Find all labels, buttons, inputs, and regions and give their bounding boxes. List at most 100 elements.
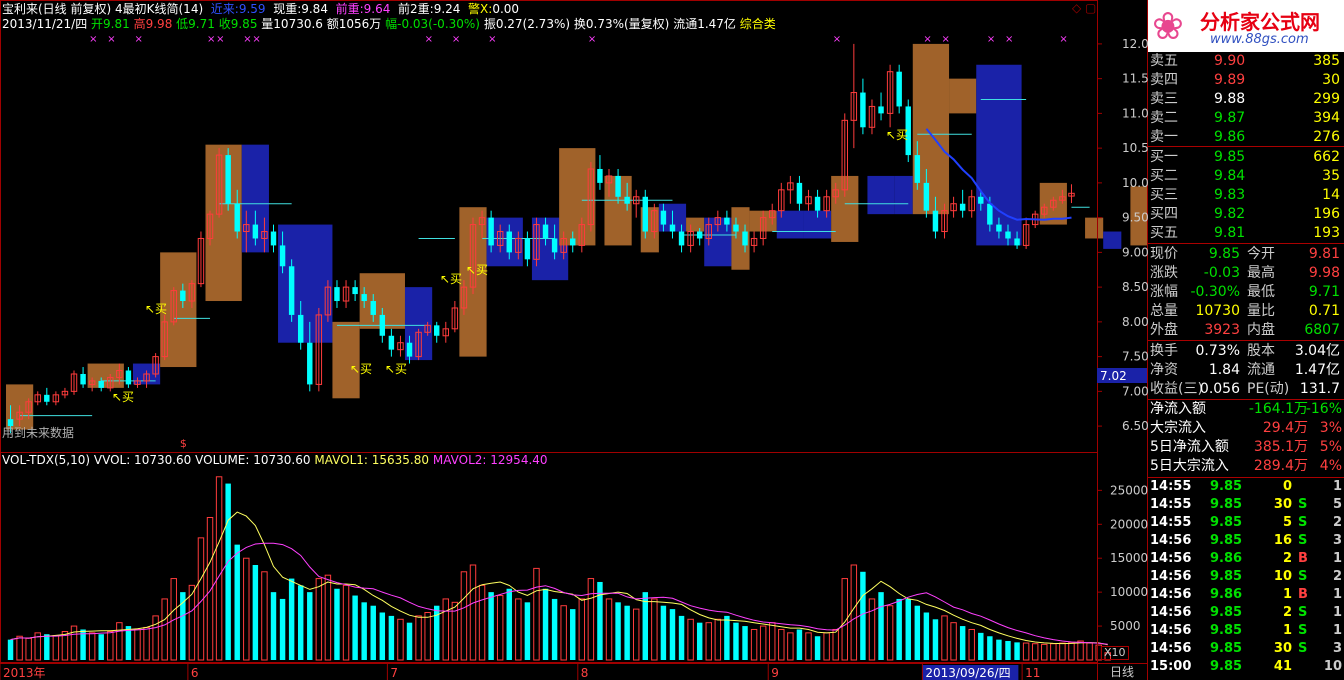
- volume-bar: [624, 605, 630, 660]
- buy-signal-label: ↖买: [385, 362, 408, 376]
- tick-row[interactable]: 14:56 9.85 30 S 3: [1148, 640, 1344, 658]
- time-tick-label: 8: [581, 666, 589, 680]
- candle-body: [733, 224, 739, 232]
- candle-body: [642, 196, 648, 232]
- volume-tick-label: 5000: [1110, 619, 1141, 633]
- fund-flow-row: 5日净流入额 385.1万 5%: [1148, 438, 1344, 457]
- tick-row[interactable]: 14:56 9.86 2 B 1: [1148, 550, 1344, 568]
- time-tick-label: 2013年: [3, 666, 46, 680]
- volume-bar: [959, 626, 966, 660]
- candle-body: [379, 314, 386, 336]
- tick-row[interactable]: 14:55 9.85 0 1: [1148, 478, 1344, 496]
- volume-bar: [1005, 641, 1011, 660]
- volume-bar: [44, 634, 50, 660]
- stat-value: -0.30%: [1190, 284, 1240, 300]
- bid-label: 买三: [1150, 187, 1178, 203]
- tick-count: 3: [1332, 641, 1342, 656]
- ask-row[interactable]: 卖五 9.90 385: [1148, 52, 1344, 71]
- stat-value: 9.71: [1308, 284, 1340, 300]
- logo-url: www.88gs.com: [1210, 32, 1309, 47]
- volume-bar: [669, 609, 676, 660]
- candle-body: [878, 106, 884, 114]
- volume-bar: [978, 632, 984, 660]
- tick-price: 9.85: [1210, 497, 1243, 512]
- time-tick-label: 2013/09/26/四: [925, 666, 1010, 680]
- candle-body: [724, 217, 730, 225]
- ask-price: 9.89: [1214, 72, 1246, 88]
- price-tick-label: 11.00: [1122, 106, 1148, 120]
- bid-row[interactable]: 买一 9.85 662: [1148, 148, 1344, 167]
- window-toggle-icon[interactable]: ◇ ▢: [1072, 1, 1096, 15]
- vvol-value: VVOL: 10730.60: [93, 453, 192, 467]
- period-label[interactable]: 日线: [1110, 665, 1134, 679]
- tick-row[interactable]: 14:56 9.85 2 S 1: [1148, 604, 1344, 622]
- signal-marker: ×: [987, 34, 995, 45]
- near-value: 9.59: [238, 2, 266, 16]
- candle-body: [524, 238, 531, 260]
- bid-price: 9.84: [1214, 168, 1246, 184]
- stat-label: 最高: [1247, 265, 1275, 281]
- fund-flow-pct: 4%: [1319, 458, 1342, 474]
- tick-price: 9.86: [1210, 587, 1243, 602]
- candle-body: [551, 238, 558, 253]
- candle-body: [180, 290, 186, 302]
- bid-row[interactable]: 买五 9.81 193: [1148, 224, 1344, 243]
- tick-time: 14:55: [1150, 515, 1192, 530]
- volume-bar: [406, 622, 413, 660]
- quote-panel: ❀ 分析家公式网 www.88gs.com 卖五 9.90 385 卖四 9.89 30 卖…: [1148, 0, 1344, 680]
- time-tick-label: 6: [191, 666, 199, 680]
- tick-row[interactable]: 14:56 9.85 1 S 1: [1148, 622, 1344, 640]
- chart-area[interactable]: ×××××××××××××××××$ 12.0011.5011.0010.501…: [0, 0, 1148, 680]
- stat-row: 净资 1.84 流通 1.47亿: [1148, 361, 1344, 380]
- bar-high: 高9.98: [133, 17, 173, 31]
- signal-box: [1085, 217, 1104, 239]
- tick-row[interactable]: 14:55 9.85 30 S 5: [1148, 496, 1344, 514]
- ask-label: 卖三: [1150, 91, 1178, 107]
- xianzhong-label: 现重:: [273, 2, 302, 16]
- candle-body: [234, 203, 240, 232]
- volume-bar: [288, 578, 295, 660]
- tick-time: 14:56: [1150, 623, 1192, 638]
- candle-body: [406, 342, 413, 357]
- tick-volume: 30: [1273, 497, 1292, 512]
- volume-bar: [696, 622, 703, 660]
- volume-bar: [279, 598, 286, 660]
- signal-marker: ×: [243, 34, 251, 45]
- tick-time: 14:56: [1150, 533, 1192, 548]
- tick-time: 14:56: [1150, 569, 1192, 584]
- tick-side: S: [1298, 497, 1308, 512]
- tick-volume: 1: [1282, 623, 1292, 638]
- ask-price: 9.88: [1214, 91, 1246, 107]
- bid-row[interactable]: 买二 9.84 35: [1148, 167, 1344, 186]
- tick-price: 9.85: [1210, 533, 1243, 548]
- signal-marker: ×: [252, 34, 260, 45]
- tick-row[interactable]: 14:55 9.85 5 S 2: [1148, 514, 1344, 532]
- stat-label: 股本: [1247, 343, 1275, 359]
- tick-row[interactable]: 14:56 9.85 10 S 2: [1148, 568, 1344, 586]
- volume-bar: [987, 636, 993, 660]
- volume-bar: [352, 595, 358, 660]
- stat-row: 收益(三) 0.056 PE(动) 131.7: [1148, 380, 1344, 399]
- volume-bar: [379, 612, 386, 660]
- price-tick-label: 9.50: [1122, 211, 1148, 225]
- ask-row[interactable]: 卖二 9.87 394: [1148, 109, 1344, 128]
- ask-row[interactable]: 卖一 9.86 276: [1148, 128, 1344, 147]
- ask-row[interactable]: 卖三 9.88 299: [1148, 90, 1344, 109]
- future-data-note: 用到未来数据: [2, 426, 75, 440]
- tick-row[interactable]: 14:56 9.85 16 S 3: [1148, 532, 1344, 550]
- volume-bar: [225, 483, 231, 660]
- volume-bar: [914, 605, 921, 660]
- fund-flow-value: 29.4万: [1262, 420, 1308, 436]
- tick-row[interactable]: 15:00 9.85 41 10: [1148, 658, 1344, 676]
- stat-label: PE(动): [1247, 381, 1290, 397]
- bid-row[interactable]: 买四 9.82 196: [1148, 205, 1344, 224]
- price-tick-label: 8.50: [1122, 280, 1148, 294]
- ask-row[interactable]: 卖四 9.89 30: [1148, 71, 1344, 90]
- stat-label: 总量: [1150, 303, 1178, 319]
- candle-body: [125, 370, 132, 385]
- stat-value: 9.98: [1308, 265, 1340, 281]
- tick-row[interactable]: 14:56 9.86 1 B 1: [1148, 586, 1344, 604]
- bid-row[interactable]: 买三 9.83 14: [1148, 186, 1344, 205]
- near-label: 近来:: [210, 2, 239, 16]
- candle-body: [388, 335, 395, 350]
